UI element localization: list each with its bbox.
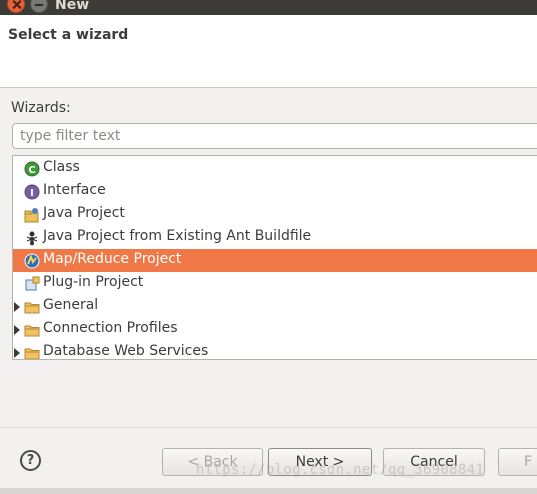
tree-item-label: Database Web Services	[43, 343, 209, 359]
tree-item-label: Connection Profiles	[43, 320, 178, 336]
expand-arrow-icon[interactable]	[14, 325, 20, 335]
tree-item-label: Class	[43, 159, 80, 175]
tree-item-label: Java Project	[43, 205, 125, 221]
tree-item-label: Java Project from Existing Ant Buildfile	[43, 228, 312, 244]
filter-input[interactable]: type filter text	[12, 123, 537, 149]
close-window-icon[interactable]	[7, 0, 25, 13]
tree-item-ant-project[interactable]: Java Project from Existing Ant Buildfile	[13, 226, 537, 249]
bottom-strip	[0, 488, 537, 494]
title-bar: New	[0, 0, 537, 15]
tree-item-label: Interface	[43, 182, 106, 198]
interface-icon: I	[24, 184, 40, 200]
wizard-header: Select a wizard	[0, 15, 537, 88]
class-icon: C	[24, 161, 40, 177]
tree-item-connection-profiles[interactable]: Connection Profiles	[13, 318, 537, 341]
expand-arrow-icon[interactable]	[14, 348, 20, 358]
help-icon[interactable]: ?	[20, 450, 41, 471]
svg-text:I: I	[30, 188, 34, 199]
tree-item-label: General	[43, 297, 99, 313]
tree-item-java-project[interactable]: Java Project	[13, 203, 537, 226]
mapreduce-icon	[24, 253, 40, 269]
wizards-label: Wizards:	[11, 100, 71, 116]
page-title: Select a wizard	[8, 27, 129, 43]
minimize-window-icon[interactable]	[30, 0, 48, 13]
plugin-icon	[25, 276, 40, 291]
ant-icon	[26, 231, 38, 246]
tree-item-label: Map/Reduce Project	[43, 251, 182, 267]
tree-item-interface[interactable]: I Interface	[13, 180, 537, 203]
folder-icon	[24, 348, 40, 359]
footer-divider	[0, 427, 537, 428]
tree-item-label: Plug-in Project	[43, 274, 144, 290]
window-title: New	[55, 0, 90, 13]
finish-button[interactable]: F	[498, 448, 537, 476]
tree-item-general[interactable]: General	[13, 295, 537, 318]
svg-text:C: C	[28, 165, 35, 176]
folder-icon	[24, 325, 40, 337]
java-project-icon	[24, 208, 39, 223]
tree-item-mapreduce-project[interactable]: Map/Reduce Project	[13, 249, 537, 272]
filter-placeholder: type filter text	[20, 128, 121, 144]
folder-icon	[24, 302, 40, 314]
tree-item-class[interactable]: C Class	[13, 157, 537, 180]
expand-arrow-icon[interactable]	[14, 302, 20, 312]
tree-item-database-web-services[interactable]: Database Web Services	[13, 341, 537, 359]
watermark: https://blog.csdn.net/qq_36908841	[196, 462, 485, 478]
tree-item-plugin-project[interactable]: Plug-in Project	[13, 272, 537, 295]
wizard-tree[interactable]: C Class I Interface Java Project Java Pr…	[12, 155, 537, 360]
